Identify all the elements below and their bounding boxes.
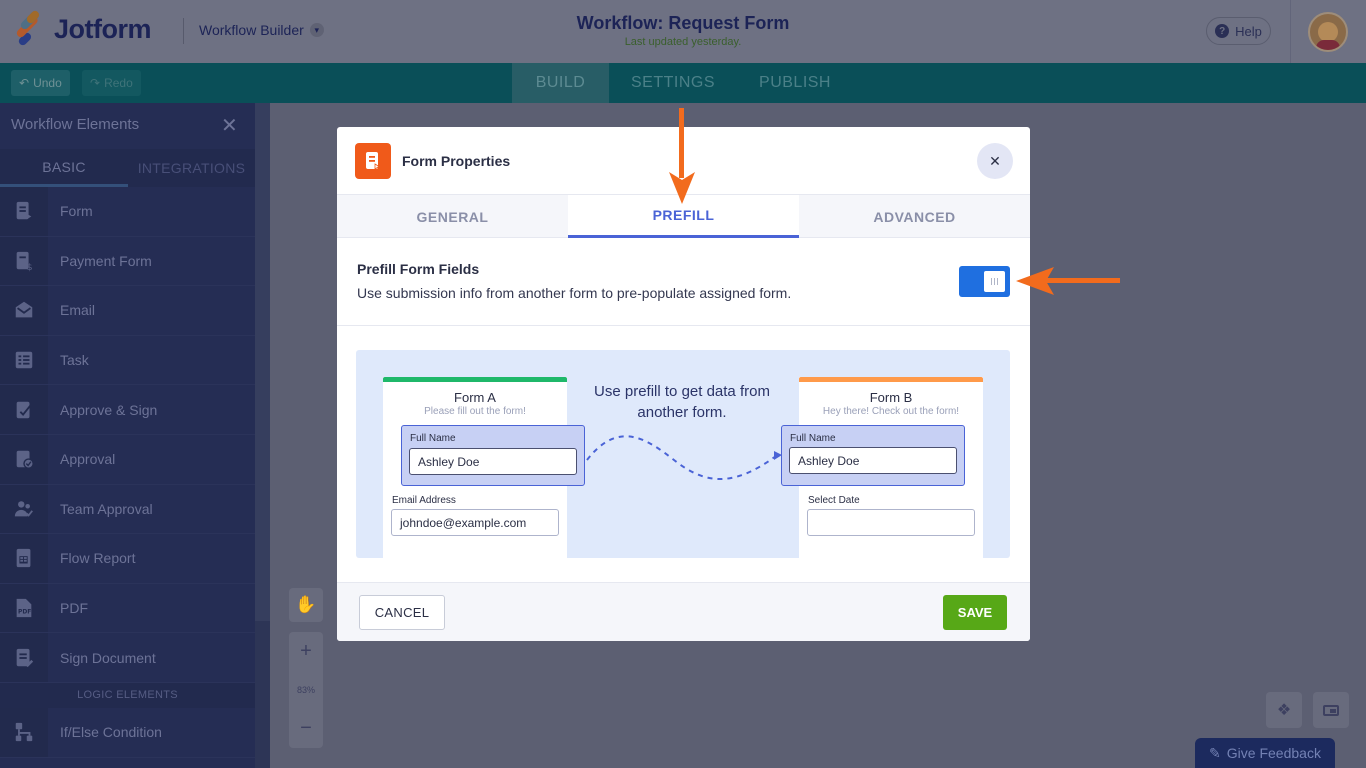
redo-icon: ↷ [90,76,101,90]
minimap-button[interactable] [1313,692,1349,728]
task-icon [0,335,48,385]
dialog-footer: CANCEL SAVE [337,582,1030,641]
zoom-level: 83% [296,685,315,695]
zoom-controls: + 83% − [289,632,323,748]
undo-button[interactable]: ↶ Undo [11,70,70,96]
scrollbar-thumb[interactable] [255,103,270,621]
tab-build[interactable]: BUILD [512,63,609,103]
logic-elements-header: LOGIC ELEMENTS [0,682,255,708]
prefill-title: Prefill Form Fields [357,261,480,277]
save-button[interactable]: SAVE [943,595,1007,630]
dialog-title: Form Properties [402,153,511,169]
element-sign-document[interactable]: Sign Document [0,633,255,683]
annotation-arrow-left-icon [1016,267,1120,295]
feedback-label: Give Feedback [1226,745,1321,761]
undo-label: Undo [33,76,62,90]
data-flow-curve [586,435,782,480]
approval-icon [0,434,48,484]
element-label: Sign Document [60,649,156,666]
element-payment-form[interactable]: $ Payment Form [0,236,255,287]
email-icon [0,286,48,335]
zoom-in-icon[interactable]: + [300,640,312,663]
close-dialog-button[interactable]: ✕ [977,143,1013,179]
workflow-elements-panel: Workflow Elements ✕ BASIC INTEGRATIONS F… [0,103,255,768]
element-form[interactable]: Form [0,187,255,237]
question-icon: ? [1215,24,1230,38]
element-label: Approval [60,451,116,468]
form-icon [0,187,48,236]
close-panel-icon[interactable]: ✕ [221,113,238,138]
pan-tool-button[interactable]: ✋ [289,588,323,622]
tab-settings[interactable]: SETTINGS [617,63,729,103]
element-approve-sign[interactable]: Approve & Sign [0,385,255,435]
pdf-icon: PDF [0,583,48,633]
element-email[interactable]: Email [0,286,255,336]
element-label: Task [60,352,89,369]
form-properties-dialog: Form Properties ✕ GENERAL PREFILL ADVANC… [337,127,1030,641]
divider [337,325,1030,326]
element-list: Form $ Payment Form Email Task Approve &… [0,187,255,758]
page-title: Workflow: Request Form [576,13,790,33]
element-pdf[interactable]: PDF PDF [0,583,255,634]
close-icon: ✕ [989,152,1001,169]
minimap-icon [1323,704,1339,716]
form-icon [355,143,391,179]
give-feedback-button[interactable]: ✎ Give Feedback [1195,738,1335,768]
annotation-arrow-down-icon [669,108,695,204]
element-label: Approve & Sign [60,401,158,418]
element-label: PDF [60,600,88,617]
help-label: Help [1235,23,1262,39]
panel-tabs: BASIC INTEGRATIONS [0,149,255,187]
cancel-button[interactable]: CANCEL [359,595,445,630]
element-label: Payment Form [60,252,152,269]
panel-title: Workflow Elements [11,116,140,133]
element-task[interactable]: Task [0,335,255,386]
zoom-out-icon[interactable]: − [300,717,312,740]
toggle-knob[interactable] [984,271,1005,292]
element-label: Team Approval [60,500,153,517]
last-updated-text: Last updated yesterday. [624,36,742,48]
element-label: Form [60,203,93,220]
element-if-else-condition[interactable]: If/Else Condition [0,707,255,758]
tab-publish[interactable]: PUBLISH [745,63,845,103]
apps-icon: ❖ [1276,702,1292,719]
flow-report-icon [0,534,48,583]
avatar[interactable] [1308,12,1348,52]
svg-text:PDF: PDF [18,609,31,616]
tab-advanced[interactable]: ADVANCED [799,195,1030,238]
approve-sign-icon [0,385,48,434]
tab-general[interactable]: GENERAL [337,195,568,238]
hand-icon: ✋ [295,595,317,614]
sign-document-icon [0,633,48,682]
prefill-toggle[interactable] [959,266,1010,297]
panel-scrollbar[interactable] [255,103,270,768]
element-flow-report[interactable]: Flow Report [0,534,255,584]
undo-icon: ↶ [19,76,30,90]
top-header: Jotform Workflow Builder ▾ Workflow: Req… [0,0,1366,63]
element-team-approval[interactable]: Team Approval [0,484,255,535]
help-button[interactable]: ? Help [1206,17,1271,45]
element-label: If/Else Condition [60,724,162,741]
prefill-description: Use submission info from another form to… [357,285,792,301]
prefill-illustration: Form A Please fill out the form! Full Na… [356,350,1010,558]
element-label: Flow Report [60,550,136,567]
element-approval[interactable]: Approval [0,434,255,485]
svg-text:$: $ [27,262,33,272]
account-menu[interactable] [1290,0,1366,63]
team-approval-icon [0,484,48,534]
condition-icon [0,707,48,757]
redo-button[interactable]: ↷ Redo [82,70,141,96]
tab-basic[interactable]: BASIC [0,149,128,187]
apps-button[interactable]: ❖ [1266,692,1302,728]
element-label: Email [60,302,96,319]
tab-integrations[interactable]: INTEGRATIONS [128,149,255,187]
payment-form-icon: $ [0,236,48,286]
feedback-icon: ✎ [1209,744,1221,761]
builder-tabbar: ↶ Undo ↷ Redo BUILD SETTINGS PUBLISH [0,63,1366,103]
redo-label: Redo [104,76,133,90]
